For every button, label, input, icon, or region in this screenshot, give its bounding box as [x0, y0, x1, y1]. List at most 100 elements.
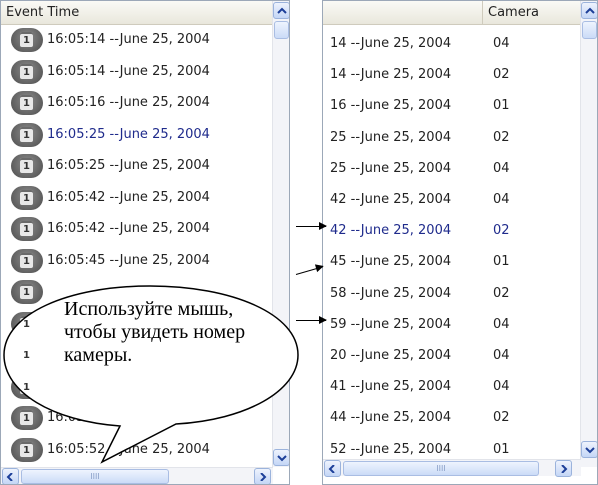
table-row[interactable]: 45 --June 25, 2004 01	[323, 245, 581, 279]
scroll-left-button[interactable]	[324, 460, 341, 477]
chevron-down-icon	[585, 447, 595, 454]
column-header-camera[interactable]: Camera	[483, 1, 581, 24]
horizontal-scrollbar[interactable]: IIII	[1, 467, 273, 484]
camera-cell: 04	[493, 36, 510, 51]
calendar-event-icon: 1	[11, 91, 43, 115]
table-row[interactable]: 42 --June 25, 2004 04	[323, 183, 581, 217]
event-time-cell: 25 --June 25, 2004	[330, 160, 452, 176]
scroll-thumb-horizontal[interactable]: IIII	[343, 461, 539, 476]
calendar-event-icon: 1	[11, 59, 43, 84]
event-time-cell: 41 --June 25, 2004	[330, 379, 452, 395]
event-time-cell: 59 --June 25, 2004	[330, 316, 452, 332]
icon-number: 1	[23, 381, 30, 393]
column-header-event-time[interactable]: Event Time	[1, 1, 273, 24]
list-item[interactable]: 1 16:05:25 --June 25, 2004	[1, 152, 271, 180]
event-time-cell: 25 --June 25, 2004	[330, 129, 452, 145]
event-time: 16:05:16 --June 25, 2004	[47, 95, 210, 110]
scroll-grip: IIII	[436, 464, 446, 473]
list-item[interactable]: 1 16:05:45 --June 25, 2004	[1, 247, 271, 275]
table-row[interactable]: 25 --June 25, 2004 02	[323, 121, 581, 155]
scroll-down-button[interactable]	[273, 449, 289, 466]
table-row[interactable]: 42 --June 25, 2004 02	[323, 214, 581, 248]
event-time-cell: 45 --June 25, 2004	[330, 254, 452, 270]
camera-cell: 01	[493, 254, 510, 270]
table-row[interactable]: 41 --June 25, 2004 04	[323, 370, 581, 404]
icon-number: 1	[23, 98, 30, 109]
list-item[interactable]: 1 16:05:52 --June 25, 2004	[1, 436, 271, 464]
table-row[interactable]: 16 --June 25, 2004 01	[323, 89, 581, 123]
icon-number: 1	[23, 192, 30, 204]
list-item[interactable]: 1 16:05:42 --June 25, 2004	[1, 184, 271, 212]
scroll-thumb[interactable]	[274, 21, 289, 39]
calendar-event-icon: 1	[11, 154, 43, 178]
calendar-event-icon: 1	[11, 343, 43, 367]
calendar-event-icon: 1	[11, 185, 43, 210]
list-item[interactable]: 1 16:05:42 --June 25, 2004	[1, 215, 271, 243]
icon-number: 1	[23, 161, 30, 172]
camera-cell: 04	[493, 316, 510, 332]
list-item[interactable]: 1 16:05:14 --June 25, 2004	[1, 26, 271, 54]
vertical-scrollbar[interactable]	[580, 1, 597, 467]
icon-number: 1	[23, 413, 30, 424]
vertical-scrollbar[interactable]	[272, 1, 289, 467]
event-time: 16:05:45 --June 25, 2004	[47, 252, 210, 268]
event-time-cell: 42 --June 25, 2004	[330, 223, 452, 239]
list-item[interactable]: 1	[1, 373, 271, 401]
camera-cell: 02	[493, 223, 510, 239]
camera-cell: 02	[493, 129, 510, 145]
table-row[interactable]: 20 --June 25, 2004 04	[323, 339, 581, 373]
icon-number: 1	[23, 318, 30, 330]
calendar-event-icon: 1	[11, 311, 43, 336]
camera-cell: 02	[493, 410, 510, 426]
chevron-down-icon	[277, 455, 287, 462]
list-item[interactable]: 1 16:05:14 --June 25, 2004	[1, 58, 271, 86]
event-time: 16:05:42 --June 25, 2004	[47, 221, 210, 236]
chevron-left-icon	[328, 465, 335, 473]
pointer-arrow	[296, 222, 327, 230]
scroll-up-button[interactable]	[273, 2, 289, 19]
event-time: 16:05:14 --June 25, 2004	[47, 32, 210, 47]
calendar-event-icon: 1	[11, 406, 43, 430]
scroll-thumb[interactable]	[582, 21, 597, 39]
table-row[interactable]: 44 --June 25, 2004 02	[323, 401, 581, 435]
callout-text: Используйте мышь, чтобы увидеть номер ка…	[64, 298, 246, 366]
table-row[interactable]: 25 --June 25, 2004 04	[323, 152, 581, 186]
scroll-up-button[interactable]	[581, 2, 597, 19]
event-time-cell: 20 --June 25, 2004	[330, 348, 452, 363]
table-row[interactable]: 14 --June 25, 2004 02	[323, 58, 581, 92]
calendar-event-icon: 1	[11, 437, 43, 462]
event-time: 16:05:25 --June 25, 2004	[47, 126, 210, 142]
event-time: 16:05:52 --June 25, 2004	[47, 410, 210, 425]
table-row[interactable]: 59 --June 25, 2004 04	[323, 308, 581, 342]
calendar-event-icon: 1	[11, 248, 43, 273]
scroll-down-button[interactable]	[581, 441, 597, 458]
table-row[interactable]: 14 --June 25, 2004 04	[323, 27, 581, 61]
scroll-right-button[interactable]	[254, 468, 271, 484]
chevron-left-icon	[6, 473, 13, 481]
icon-number: 1	[23, 444, 30, 456]
calendar-event-icon: 1	[11, 280, 43, 304]
column-header-time[interactable]	[323, 1, 483, 24]
list-item[interactable]: 1 16:05:52 --June 25, 2004	[1, 404, 271, 432]
event-time-cell: 14 --June 25, 2004	[330, 36, 452, 51]
list-item[interactable]: 1 16:05:16 --June 25, 2004	[1, 89, 271, 117]
event-time-cell: 16 --June 25, 2004	[330, 98, 452, 114]
event-time: 16:05:52 --June 25, 2004	[47, 441, 210, 457]
camera-cell: 04	[493, 192, 510, 207]
table-row[interactable]: 58 --June 25, 2004 02	[323, 277, 581, 311]
camera-cell: 01	[493, 98, 510, 114]
scroll-left-button[interactable]	[2, 468, 19, 484]
scroll-thumb-horizontal[interactable]: IIII	[21, 469, 169, 484]
list-header: Camera	[323, 1, 581, 25]
list-item[interactable]: 1 16:05:25 --June 25, 2004	[1, 121, 271, 149]
event-time-list: Event Time 1 16:05:14 --June 25, 2004 1 16:…	[0, 0, 290, 485]
icon-number: 1	[23, 129, 30, 141]
icon-number: 1	[23, 35, 30, 46]
chevron-right-icon	[561, 465, 568, 473]
calendar-event-icon: 1	[11, 217, 43, 241]
horizontal-scrollbar[interactable]: IIII	[323, 459, 581, 477]
pointer-arrow	[295, 266, 324, 275]
icon-number: 1	[23, 66, 30, 78]
scroll-right-button[interactable]	[555, 460, 572, 477]
event-time-cell: 14 --June 25, 2004	[330, 67, 452, 83]
